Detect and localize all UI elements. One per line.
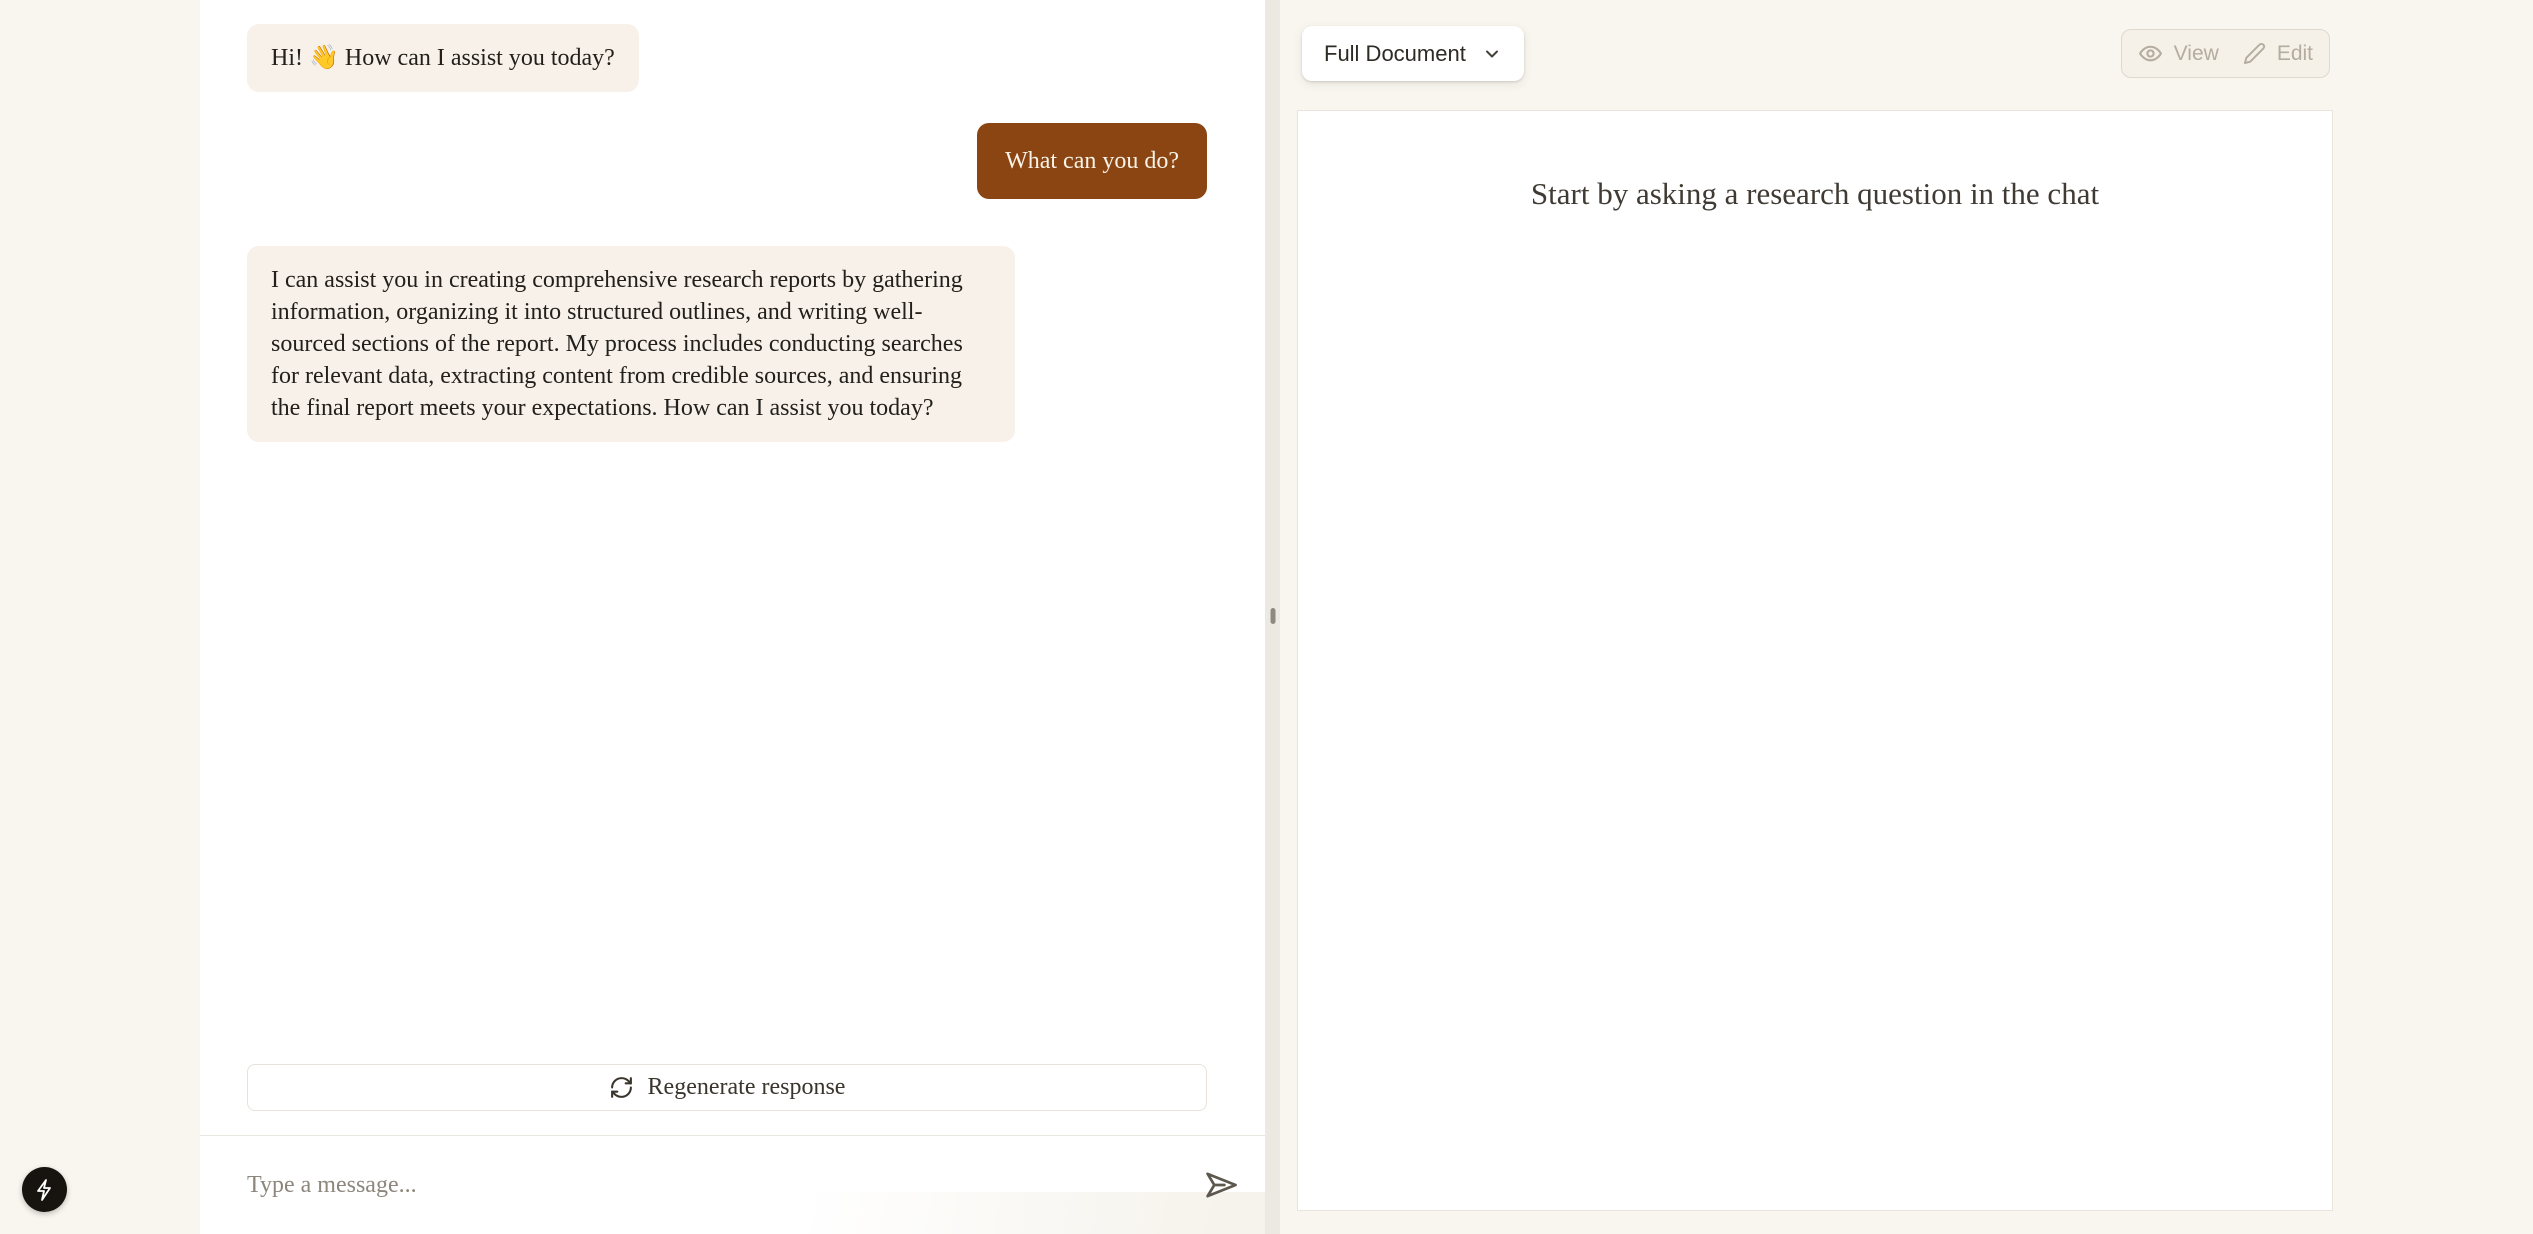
panel-resize-handle[interactable] [1270, 608, 1275, 624]
assistant-message: I can assist you in creating comprehensi… [247, 246, 1015, 442]
chat-message-list: Hi! 👋 How can I assist you today? What c… [200, 0, 1265, 1064]
refresh-icon [609, 1075, 634, 1100]
edit-button[interactable]: Edit [2243, 42, 2313, 66]
pencil-icon [2243, 42, 2266, 65]
assistant-message-text: Hi! 👋 How can I assist you today? [271, 45, 615, 71]
user-message: What can you do? [977, 123, 1207, 199]
document-empty-state: Start by asking a research question in t… [1298, 111, 2332, 215]
user-message-text: What can you do? [1005, 148, 1179, 174]
chat-panel: Hi! 👋 How can I assist you today? What c… [200, 0, 1265, 1234]
view-label: View [2174, 42, 2219, 66]
chat-footer: Regenerate response [200, 1064, 1265, 1135]
document-mode-dropdown[interactable]: Full Document [1302, 26, 1524, 81]
view-edit-toggle: View Edit [2121, 29, 2330, 78]
document-card: Start by asking a research question in t… [1297, 110, 2333, 1211]
app-root: Hi! 👋 How can I assist you today? What c… [0, 0, 2533, 1234]
edit-label: Edit [2277, 42, 2313, 66]
document-mode-label: Full Document [1324, 41, 1466, 67]
message-input[interactable] [247, 1172, 1197, 1199]
send-button[interactable] [1197, 1161, 1245, 1209]
eye-icon [2138, 41, 2163, 66]
document-panel: Full Document View [1280, 0, 2533, 1234]
assistant-message-text: I can assist you in creating comprehensi… [271, 267, 963, 421]
left-rail [0, 0, 200, 1234]
regenerate-response-button[interactable]: Regenerate response [247, 1064, 1207, 1111]
chevron-down-icon [1482, 44, 1502, 64]
quick-actions-fab[interactable] [22, 1167, 67, 1212]
lightning-icon [33, 1178, 57, 1202]
assistant-message: Hi! 👋 How can I assist you today? [247, 24, 639, 92]
send-icon [1202, 1166, 1240, 1204]
panel-divider[interactable] [1265, 0, 1280, 1234]
message-input-bar [200, 1135, 1265, 1234]
view-button[interactable]: View [2138, 41, 2219, 66]
regenerate-label: Regenerate response [648, 1074, 846, 1101]
